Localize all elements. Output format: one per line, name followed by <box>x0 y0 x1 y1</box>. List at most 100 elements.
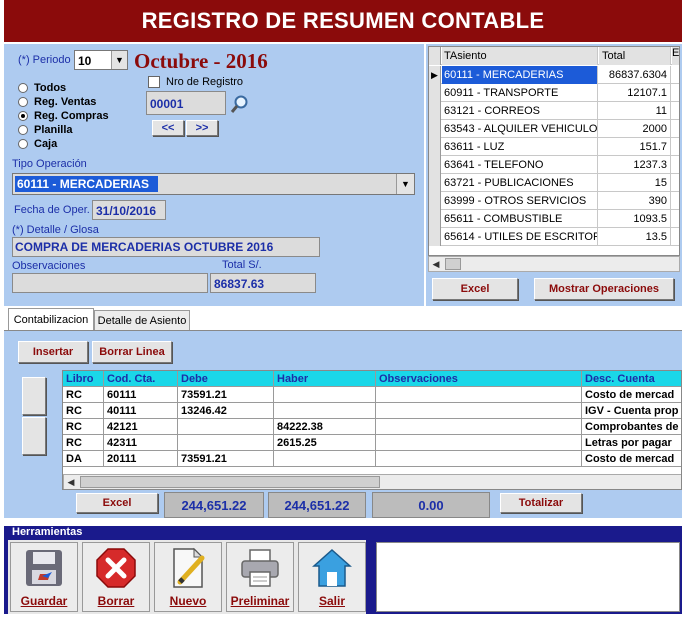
table-row[interactable]: 63721 - PUBLICACIONES 15 <box>429 174 679 192</box>
table-cell: 63543 - ALQUILER VEHICULO ( <box>442 120 598 138</box>
borrar-button[interactable]: Borrar <box>82 542 150 612</box>
asientos-panel: TAsiento Total E ▶ 60111 - MERCADERIAS 8… <box>426 44 682 306</box>
radio-reg-ventas[interactable]: Reg. Ventas <box>18 96 96 108</box>
table-row[interactable]: 63543 - ALQUILER VEHICULO ( 2000 <box>429 120 679 138</box>
table-cell: 2615.25 <box>274 435 376 451</box>
column-header[interactable]: Desc. Cuenta <box>582 371 681 387</box>
periodo-text: Octubre - 2016 <box>134 49 268 73</box>
column-header[interactable]: Debe <box>178 371 274 387</box>
table-row[interactable]: ▶ 60111 - MERCADERIAS 86837.6304 <box>429 66 679 84</box>
table-cell: 60111 - MERCADERIAS <box>442 66 598 84</box>
printer-icon <box>241 549 279 587</box>
table-cell: Letras por pagar <box>582 435 681 451</box>
column-header[interactable]: TAsiento <box>442 47 598 65</box>
table-cell: 20111 <box>104 451 178 467</box>
new-document-icon <box>173 547 205 588</box>
radio-caja-indicator[interactable] <box>18 139 28 149</box>
table-cell: 42121 <box>104 419 178 435</box>
nuevo-button[interactable]: Nuevo <box>154 542 222 612</box>
scroll-left-icon[interactable]: ◀ <box>64 475 78 489</box>
table-cell: Comprobantes de <box>582 419 681 435</box>
totalizar-button[interactable]: Totalizar <box>500 493 582 513</box>
tab-contabilizacion[interactable]: Contabilizacion <box>8 308 94 330</box>
tab-detalle-asiento[interactable]: Detalle de Asiento <box>94 310 190 330</box>
detalle-value: COMPRA DE MERCADERIAS OCTUBRE 2016 <box>15 240 274 254</box>
detalle-field[interactable]: COMPRA DE MERCADERIAS OCTUBRE 2016 <box>12 237 320 257</box>
column-header[interactable]: Total <box>599 47 671 65</box>
radio-caja[interactable]: Caja <box>18 138 57 150</box>
row-indicator <box>429 210 441 228</box>
radio-reg-compras-indicator[interactable] <box>18 111 28 121</box>
contab-scrollbar[interactable]: ◀ <box>63 474 681 489</box>
table-cell <box>178 435 274 451</box>
table-cell <box>376 403 582 419</box>
observaciones-label: Observaciones <box>12 260 86 272</box>
table-cell: RC <box>63 435 104 451</box>
scroll-thumb[interactable] <box>445 258 461 270</box>
contab-excel-button[interactable]: Excel <box>76 493 158 513</box>
column-header[interactable]: Haber <box>274 371 376 387</box>
table-cell: 65614 - UTILES DE ESCRITOR <box>442 228 598 246</box>
table-cell: 390 <box>599 192 671 210</box>
preliminar-button[interactable]: Preliminar <box>226 542 294 612</box>
salir-button[interactable]: Salir <box>298 542 366 612</box>
table-row[interactable]: 60911 - TRANSPORTE 12107.1 <box>429 84 679 102</box>
tab-bar: Contabilizacion Detalle de Asiento <box>4 308 682 330</box>
table-cell: 60111 <box>104 387 178 403</box>
radio-todos[interactable]: Todos <box>18 82 66 94</box>
preliminar-label: Preliminar <box>230 594 290 608</box>
table-cell: 63641 - TELEFONO <box>442 156 598 174</box>
search-icon[interactable] <box>230 94 250 114</box>
radio-todos-indicator[interactable] <box>18 83 28 93</box>
borrar-linea-button[interactable]: Borrar Linea <box>92 341 172 363</box>
next-record-button[interactable]: >> <box>186 120 218 136</box>
notes-area[interactable] <box>376 542 680 612</box>
mostrar-operaciones-button[interactable]: Mostrar Operaciones <box>534 278 674 300</box>
excel-button[interactable]: Excel <box>432 278 518 300</box>
observaciones-field[interactable] <box>12 273 208 293</box>
column-header[interactable]: Libro <box>63 371 104 387</box>
radio-planilla[interactable]: Planilla <box>18 124 73 136</box>
radio-planilla-indicator[interactable] <box>18 125 28 135</box>
chevron-down-icon[interactable]: ▼ <box>396 174 414 194</box>
table-cell: 15 <box>599 174 671 192</box>
nro-registro-field[interactable]: 00001 <box>146 91 226 115</box>
fecha-field[interactable]: 31/10/2016 <box>92 200 166 220</box>
table-cell: 151.7 <box>599 138 671 156</box>
guardar-button[interactable]: Guardar <box>10 542 78 612</box>
table-cell: 2000 <box>599 120 671 138</box>
table-cell <box>274 451 376 467</box>
table-cell: 13246.42 <box>178 403 274 419</box>
insertar-button[interactable]: Insertar <box>18 341 88 363</box>
table-row[interactable]: 63999 - OTROS SERVICIOS 390 <box>429 192 679 210</box>
column-header[interactable]: Observaciones <box>376 371 582 387</box>
nro-registro-checkbox[interactable] <box>148 76 160 88</box>
table-cell <box>274 387 376 403</box>
table-cell: 63121 - CORREOS <box>442 102 598 120</box>
prev-record-button[interactable]: << <box>152 120 184 136</box>
table-row[interactable]: 63641 - TELEFONO 1237.3 <box>429 156 679 174</box>
table-row[interactable]: 65611 - COMBUSTIBLE 1093.5 <box>429 210 679 228</box>
table-row[interactable]: 65614 - UTILES DE ESCRITOR 13.5 <box>429 228 679 246</box>
asientos-scrollbar[interactable]: ◀ <box>428 256 680 272</box>
scroll-left-icon[interactable]: ◀ <box>429 257 443 271</box>
total-debe: 244,651.22 <box>164 492 264 518</box>
table-row[interactable]: 63121 - CORREOS 11 <box>429 102 679 120</box>
chevron-down-icon[interactable]: ▼ <box>111 51 127 69</box>
table-cell: 13.5 <box>599 228 671 246</box>
side-button-top[interactable] <box>22 377 46 415</box>
table-row[interactable]: 63611 - LUZ 151.7 <box>429 138 679 156</box>
radio-reg-compras[interactable]: Reg. Compras <box>18 110 109 122</box>
scroll-thumb[interactable] <box>80 476 380 488</box>
table-cell <box>672 66 679 84</box>
row-indicator <box>429 192 441 210</box>
tipo-operacion-select[interactable]: 60111 - MERCADERIAS ▼ <box>12 173 415 195</box>
periodo-select[interactable]: 10 ▼ <box>74 50 128 70</box>
column-header[interactable]: E <box>672 47 679 65</box>
table-cell: 1237.3 <box>599 156 671 174</box>
tipo-operacion-value: 60111 - MERCADERIAS <box>15 176 158 192</box>
column-header[interactable]: Cod. Cta. <box>104 371 178 387</box>
side-button-bottom[interactable] <box>22 417 46 455</box>
table-cell: 65611 - COMBUSTIBLE <box>442 210 598 228</box>
radio-reg-ventas-indicator[interactable] <box>18 97 28 107</box>
